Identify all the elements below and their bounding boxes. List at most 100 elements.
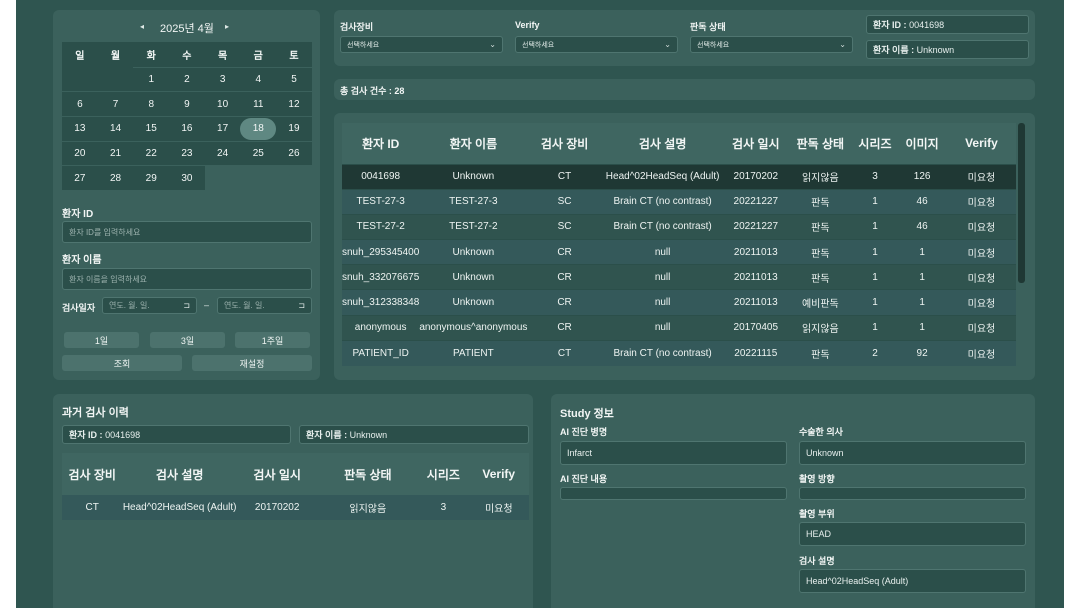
table-row[interactable]: PATIENT_ID PATIENT CT Brain CT (no contrast…: [342, 340, 1016, 366]
table-cell: 미요청: [967, 223, 996, 235]
column-header[interactable]: 검사 장비: [527, 123, 601, 164]
column-header[interactable]: 검사 일시: [724, 123, 789, 164]
calendar-day[interactable]: 23: [169, 140, 205, 166]
table-cell: 판독: [811, 349, 830, 361]
calendar-day[interactable]: 2: [169, 66, 205, 92]
calendar-day[interactable]: 9: [169, 91, 205, 117]
calendar-day[interactable]: 25: [240, 140, 277, 166]
study-info-title: Study 정보: [560, 408, 614, 420]
table-cell: snuh_312338348: [342, 297, 420, 309]
calendar-empty-cell: [240, 165, 277, 191]
column-header[interactable]: 환자 이름: [419, 123, 527, 164]
calendar-day[interactable]: 1: [133, 66, 170, 92]
calendar-day[interactable]: 8: [133, 91, 170, 117]
calendar-day[interactable]: 6: [62, 91, 98, 117]
table-row[interactable]: snuh_312338348 Unknown CR null 20211013 예비판독 1…: [342, 289, 1016, 316]
table-cell: 0041698: [361, 171, 401, 183]
calendar-day[interactable]: 16: [169, 116, 205, 141]
next-month-button[interactable]: ▸: [225, 22, 229, 31]
calendar-day[interactable]: 20: [62, 140, 98, 166]
verify-filter-select[interactable]: 선택하세요 ⌄: [515, 36, 678, 53]
table-scrollbar[interactable]: [1018, 123, 1025, 283]
calendar-day[interactable]: 28: [97, 165, 134, 191]
calendar-day[interactable]: 17: [204, 116, 241, 141]
history-column-header[interactable]: 검사 일시: [237, 453, 318, 495]
calendar-day[interactable]: 30: [169, 165, 205, 191]
table-row[interactable]: 0041698 Unknown CT Head^02HeadSeq (Adult) 20…: [342, 164, 1016, 190]
calendar-day[interactable]: 29: [133, 165, 170, 191]
patient-id-input[interactable]: 환자 ID를 입력하세요: [62, 221, 312, 243]
calendar-empty-cell: [97, 66, 134, 92]
calendar-day[interactable]: 7: [97, 91, 134, 117]
table-row[interactable]: snuh_295345400 Unknown CR null 20211013 판독 1 1 미…: [342, 239, 1016, 265]
calendar-day[interactable]: 26: [276, 140, 312, 166]
device-filter-select[interactable]: 선택하세요 ⌄: [340, 36, 503, 53]
column-header[interactable]: 검사 설명: [602, 123, 724, 164]
verify-filter-value: 선택하세요: [522, 41, 555, 49]
verify-filter-label: Verify: [515, 20, 540, 30]
column-header[interactable]: 환자 ID: [342, 123, 419, 164]
date-from-input[interactable]: 연도. 월. 일. ⊐: [102, 297, 197, 314]
calendar-day[interactable]: 5: [276, 66, 312, 92]
table-cell: TEST-27-3: [449, 196, 498, 208]
history-patient-id-value: 0041698: [105, 429, 141, 440]
history-column-header[interactable]: 판독 상태: [317, 453, 418, 495]
doctor-field: Unknown: [799, 441, 1026, 465]
table-row[interactable]: anonymous anonymous^anonymous CR null 201704…: [342, 315, 1016, 341]
calendar-day[interactable]: 11: [240, 91, 277, 117]
quick-3day-button[interactable]: 3일: [150, 332, 225, 348]
status-filter-select[interactable]: 선택하세요 ⌄: [690, 36, 853, 53]
table-cell: 1: [872, 271, 878, 283]
table-row[interactable]: snuh_332076675 Unknown CR null 20211013 판독 1 1 미…: [342, 264, 1016, 290]
calendar-day[interactable]: 10: [204, 91, 241, 117]
date-to-input[interactable]: 연도. 월. 일. ⊐: [217, 297, 312, 314]
history-row[interactable]: CT Head^02HeadSeq (Adult) 20170202 읽지않음 3 미요청: [62, 495, 529, 520]
history-column-header[interactable]: 검사 설명: [122, 453, 236, 495]
column-header[interactable]: 이미지: [897, 123, 947, 164]
patient-name-input[interactable]: 환자 이름을 입력하세요: [62, 268, 312, 290]
calendar-day[interactable]: 19: [276, 116, 312, 141]
history-column-header[interactable]: Verify: [469, 453, 529, 495]
calendar-day-label: 5: [291, 74, 297, 86]
table-cell: 미요청: [967, 273, 996, 285]
table-row[interactable]: TEST-27-2 TEST-27-2 SC Brain CT (no contras…: [342, 214, 1016, 240]
table-cell: Unknown: [452, 171, 495, 183]
calendar-day[interactable]: 22: [133, 140, 170, 166]
column-header[interactable]: 시리즈: [853, 123, 898, 164]
weekday-header: 금: [240, 42, 277, 67]
history-cell: 읽지않음: [349, 504, 387, 515]
table-cell: 미요청: [967, 248, 996, 260]
calendar-day[interactable]: 13: [62, 116, 98, 141]
table-cell: 20221227: [733, 221, 779, 233]
table-row[interactable]: TEST-27-3 TEST-27-3 SC Brain CT (no contras…: [342, 189, 1016, 215]
column-header[interactable]: Verify: [947, 123, 1016, 164]
calendar-day-label: 9: [184, 98, 190, 110]
history-cell: 3: [440, 502, 447, 513]
quick-1week-button[interactable]: 1주일: [235, 332, 310, 348]
app-window: ◂ 2025년 4월 ▸ 일 월 화 수 목 금 토 1 2 3 4 5 6 7 8 9 10 11 12 13 14 1…: [16, 0, 1064, 608]
calendar-day[interactable]: 14: [97, 116, 134, 141]
calendar-day[interactable]: 24: [204, 140, 241, 166]
calendar-day[interactable]: 4: [240, 66, 277, 92]
calendar-icon[interactable]: ⊐: [183, 301, 190, 310]
date-range-separator: –: [204, 300, 210, 310]
calendar-day[interactable]: 27: [62, 165, 98, 191]
calendar-day-label: 4: [255, 74, 262, 86]
history-column-header[interactable]: 검사 장비: [62, 453, 122, 495]
column-header[interactable]: 판독 상태: [788, 123, 853, 164]
reset-button[interactable]: 재설정: [192, 355, 312, 371]
search-button[interactable]: 조회: [62, 355, 182, 371]
table-cell: 읽지않음: [801, 324, 839, 336]
quick-1day-button[interactable]: 1일: [64, 332, 139, 348]
history-column-header[interactable]: 시리즈: [418, 453, 468, 495]
calendar-icon[interactable]: ⊐: [298, 301, 305, 310]
calendar-day[interactable]: 12: [276, 91, 312, 117]
calendar-day[interactable]: 18: [240, 116, 277, 141]
table-header-row: 환자 ID 환자 이름 검사 장비 검사 설명 검사 일시 판독 상태 시리즈 이미지 Veri…: [342, 123, 1016, 164]
table-cell: PATIENT_ID: [352, 347, 409, 359]
calendar-day[interactable]: 3: [204, 66, 241, 92]
calendar-day[interactable]: 21: [97, 140, 134, 166]
calendar-day[interactable]: 15: [133, 116, 170, 141]
prev-month-button[interactable]: ◂: [140, 22, 144, 31]
calendar-day-label: 2: [184, 74, 190, 86]
